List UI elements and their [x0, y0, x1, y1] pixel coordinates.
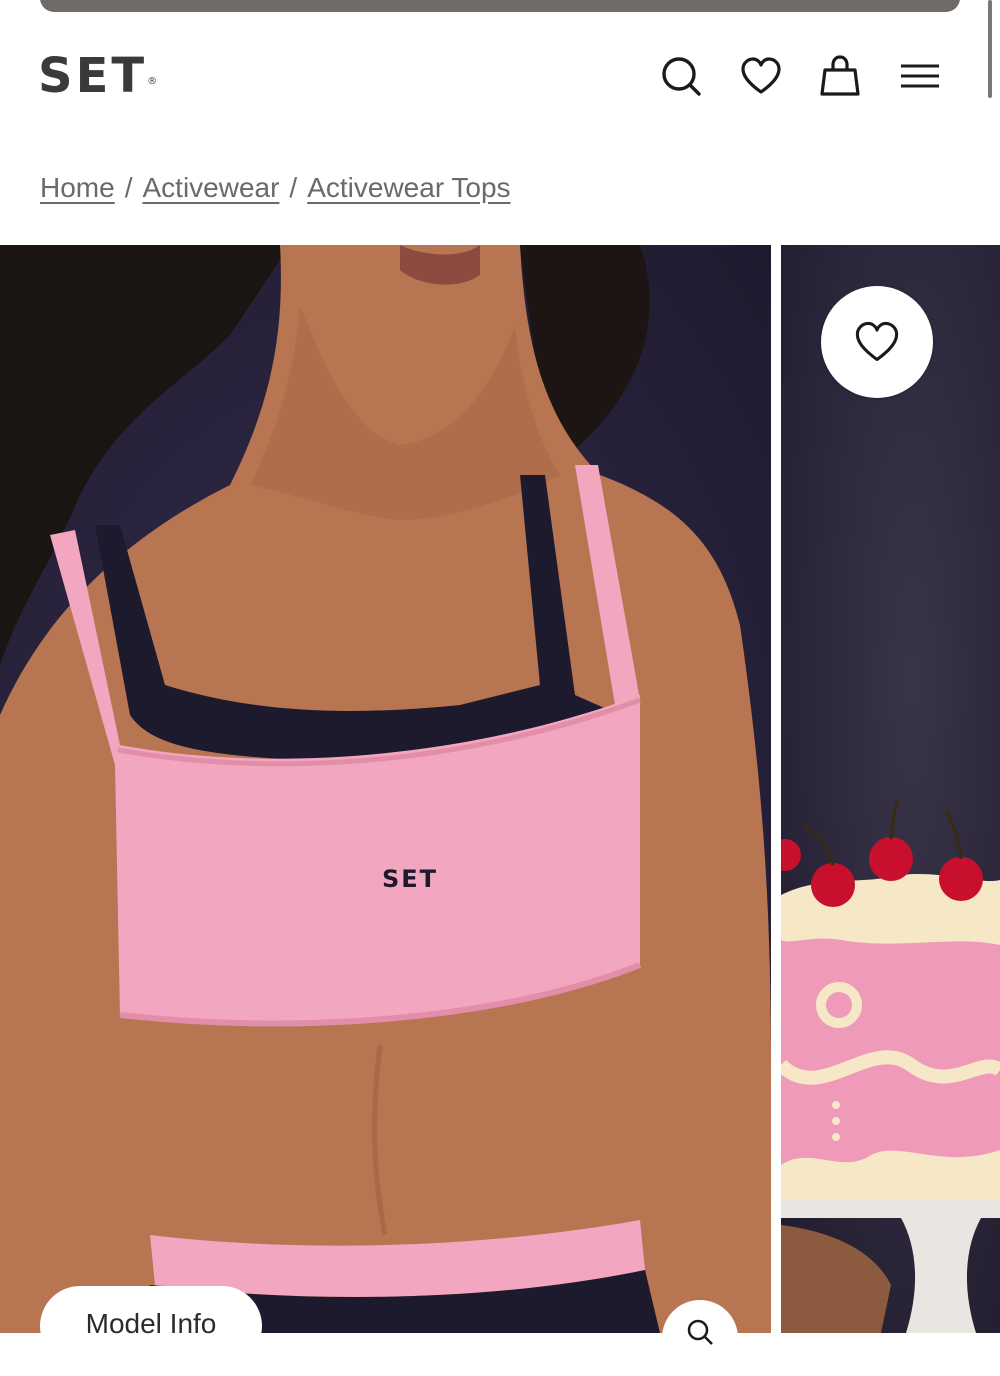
model-info-label: Model Info: [85, 1308, 217, 1339]
menu-button[interactable]: [894, 50, 946, 102]
search-button[interactable]: [655, 50, 707, 102]
zoom-button[interactable]: [662, 1300, 738, 1376]
wishlist-button[interactable]: [735, 50, 787, 102]
product-image-secondary[interactable]: [781, 245, 1000, 1333]
product-photo: SET: [0, 245, 771, 1333]
zoom-icon: [687, 1319, 713, 1345]
bag-icon: [820, 55, 860, 96]
scrollbar[interactable]: [988, 0, 992, 98]
bag-button[interactable]: [814, 50, 866, 102]
cake-photo: [781, 799, 1000, 1333]
brand-logo[interactable]: SET®: [38, 50, 157, 102]
logo-text: SET: [38, 48, 148, 104]
search-icon: [662, 57, 701, 96]
breadcrumb-activewear-tops[interactable]: Activewear Tops: [307, 172, 510, 203]
top-pill-bar: [40, 0, 960, 12]
heart-icon: [741, 57, 781, 94]
breadcrumb: Home / Activewear / Activewear Tops: [40, 172, 511, 204]
breadcrumb-activewear[interactable]: Activewear: [142, 172, 279, 203]
bra-logo: SET: [382, 865, 438, 893]
model-info-button[interactable]: Model Info: [40, 1286, 262, 1366]
breadcrumb-separator: /: [289, 172, 298, 203]
registered-mark: ®: [147, 76, 158, 87]
product-image-main[interactable]: SET: [0, 245, 771, 1333]
menu-icon: [901, 64, 939, 88]
add-to-wishlist-button[interactable]: [821, 286, 933, 398]
breadcrumb-home[interactable]: Home: [40, 172, 115, 203]
heart-icon: [855, 321, 899, 361]
product-gallery[interactable]: SET: [0, 245, 1000, 1333]
breadcrumb-separator: /: [124, 172, 133, 203]
